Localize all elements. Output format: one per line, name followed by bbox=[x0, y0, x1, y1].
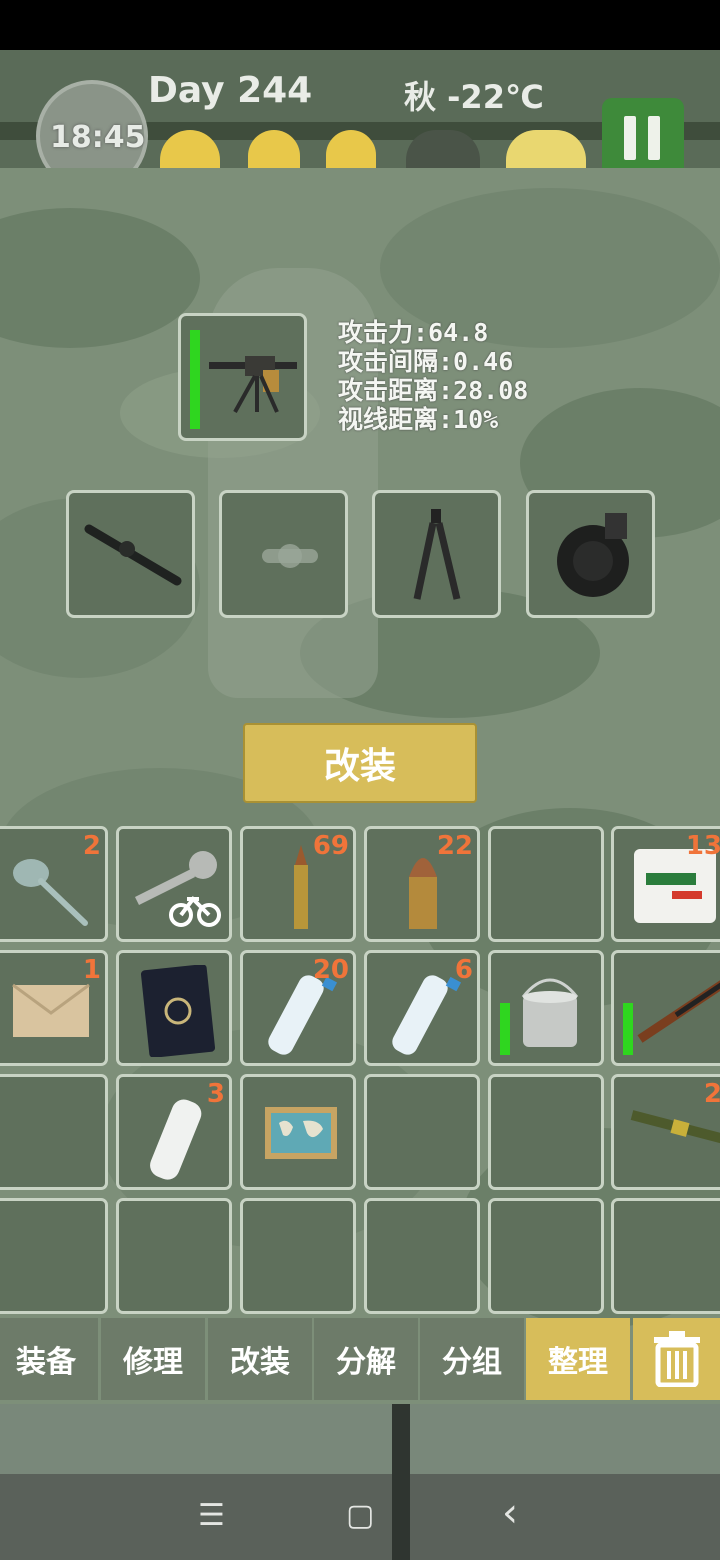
mood-icon bbox=[506, 130, 586, 168]
inventory-slot[interactable]: 69 bbox=[240, 826, 356, 942]
inventory-slot-empty[interactable] bbox=[0, 1198, 108, 1314]
inventory-slot[interactable]: 20 bbox=[240, 950, 356, 1066]
durability-bar bbox=[623, 1003, 633, 1055]
sort-button[interactable]: 整理 bbox=[526, 1318, 630, 1400]
inventory-slot[interactable] bbox=[611, 950, 720, 1066]
passport-icon bbox=[141, 965, 215, 1057]
water-bottle-icon bbox=[392, 975, 462, 1055]
day-counter: Day 244 bbox=[148, 70, 313, 111]
empty-slot-icon bbox=[262, 544, 318, 568]
inventory-slot-empty[interactable] bbox=[0, 1074, 108, 1190]
game-time: 18:45 bbox=[50, 120, 146, 155]
game-hud: 18:45 Day 244 秋 -22℃ bbox=[0, 50, 720, 168]
disassemble-button[interactable]: 分解 bbox=[314, 1318, 418, 1400]
inventory-panel: 攻击力:64.8 攻击间隔:0.46 攻击距离:28.08 视线距离:10% 改… bbox=[0, 168, 720, 1404]
weapon-stats: 攻击力:64.8 攻击间隔:0.46 攻击距离:28.08 视线距离:10% bbox=[338, 318, 528, 434]
cooking-pot-icon bbox=[521, 978, 579, 1047]
bottom-area bbox=[0, 1404, 720, 1474]
inventory-slot-empty[interactable] bbox=[488, 1074, 604, 1190]
inventory-slot[interactable]: 2 bbox=[611, 1074, 720, 1190]
world-map-icon bbox=[265, 1107, 337, 1159]
item-count: 2 bbox=[704, 1079, 720, 1109]
drum-magazine-icon bbox=[557, 513, 629, 597]
pause-button[interactable] bbox=[602, 98, 684, 168]
inventory-slot-empty[interactable] bbox=[240, 1198, 356, 1314]
attack-interval: 攻击间隔:0.46 bbox=[338, 347, 514, 376]
inventory-slot[interactable]: 2 bbox=[0, 826, 108, 942]
durability-bar bbox=[500, 1003, 510, 1055]
home-icon[interactable]: ▢ bbox=[346, 1498, 374, 1533]
attack-power: 攻击力:64.8 bbox=[338, 318, 489, 347]
attachment-slot-scope[interactable] bbox=[66, 490, 195, 618]
weapon-slot[interactable] bbox=[178, 313, 307, 441]
item-count: 22 bbox=[436, 831, 473, 861]
rocket-launcher-icon bbox=[630, 1110, 720, 1144]
attack-range: 攻击距离:28.08 bbox=[338, 376, 529, 405]
bipod-icon bbox=[413, 509, 461, 600]
attachment-slot-empty[interactable] bbox=[219, 490, 348, 618]
attachment-slot-bipod[interactable] bbox=[372, 490, 501, 618]
scope-icon bbox=[84, 524, 182, 586]
inventory-slot[interactable]: 22 bbox=[364, 826, 480, 942]
inventory-slot[interactable]: 3 bbox=[116, 1074, 232, 1190]
item-count: 20 bbox=[312, 955, 349, 985]
sight-range: 视线距离:10% bbox=[338, 405, 499, 434]
inventory-slot-empty[interactable] bbox=[364, 1198, 480, 1314]
inventory-slot[interactable] bbox=[116, 826, 232, 942]
machine-gun-icon bbox=[209, 356, 297, 413]
item-count: 13 bbox=[685, 831, 720, 861]
inventory-slot[interactable] bbox=[116, 950, 232, 1066]
spoon-icon bbox=[13, 859, 88, 926]
action-toolbar: 装备 修理 改装 分解 分组 整理 bbox=[0, 1318, 720, 1402]
inventory-slot-empty[interactable] bbox=[488, 826, 604, 942]
rifle-bullet-icon bbox=[294, 845, 308, 929]
back-icon[interactable]: ‹ bbox=[502, 1490, 518, 1536]
inventory-slot[interactable]: 1 bbox=[0, 950, 108, 1066]
group-button[interactable]: 分组 bbox=[420, 1318, 524, 1400]
modify-button[interactable]: 改装 bbox=[243, 723, 477, 803]
inventory-slot-empty[interactable] bbox=[364, 1074, 480, 1190]
menu-icon[interactable]: ☰ bbox=[198, 1498, 225, 1533]
hunger-icon bbox=[160, 130, 220, 168]
system-navigation-bar: ☰ ▢ ‹ bbox=[0, 1474, 720, 1560]
inventory-slot[interactable] bbox=[240, 1074, 356, 1190]
envelope-icon bbox=[12, 983, 90, 1037]
bike-key-icon bbox=[134, 851, 221, 927]
equip-button[interactable]: 装备 bbox=[0, 1318, 98, 1400]
inventory-slot[interactable] bbox=[488, 950, 604, 1066]
item-count: 1 bbox=[82, 955, 101, 985]
season-temperature: 秋 -22℃ bbox=[404, 78, 544, 116]
item-count: 3 bbox=[206, 1079, 225, 1109]
trash-button[interactable] bbox=[633, 1318, 720, 1400]
status-bar bbox=[0, 0, 720, 50]
rifle-icon bbox=[637, 980, 720, 1043]
attachment-slot-magazine[interactable] bbox=[526, 490, 655, 618]
inventory-slot[interactable]: 13 bbox=[611, 826, 720, 942]
trash-icon bbox=[653, 1331, 700, 1387]
item-count: 2 bbox=[82, 831, 101, 861]
inventory-slot-empty[interactable] bbox=[611, 1198, 720, 1314]
item-count: 6 bbox=[454, 955, 473, 985]
health-icon bbox=[406, 130, 480, 168]
durability-bar bbox=[190, 330, 200, 429]
inventory-slot-empty[interactable] bbox=[116, 1198, 232, 1314]
empty-bottle-icon bbox=[150, 1099, 202, 1180]
divider bbox=[392, 1404, 410, 1560]
inventory-slot[interactable]: 6 bbox=[364, 950, 480, 1066]
modify-tab-button[interactable]: 改装 bbox=[208, 1318, 312, 1400]
energy-icon bbox=[326, 130, 376, 168]
thirst-icon bbox=[248, 130, 300, 168]
inventory-slot-empty[interactable] bbox=[488, 1198, 604, 1314]
repair-button[interactable]: 修理 bbox=[101, 1318, 205, 1400]
item-count: 69 bbox=[312, 831, 349, 861]
